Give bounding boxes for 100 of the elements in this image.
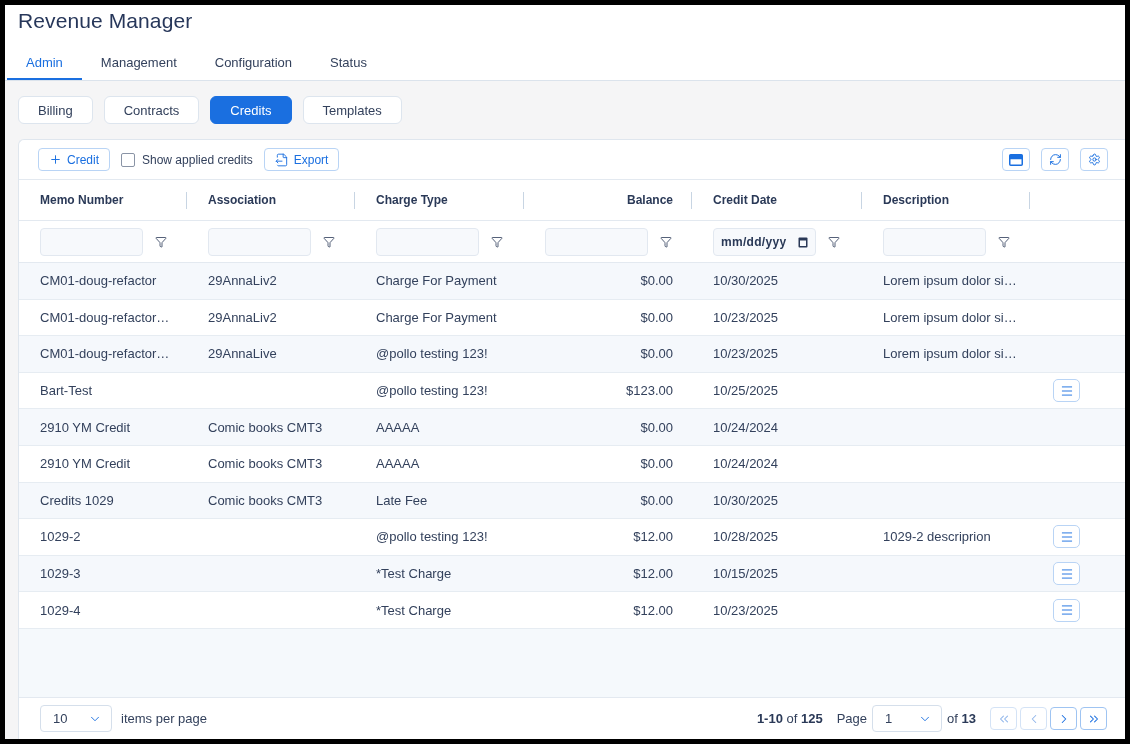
description-text: Lorem ipsum dolor si… [883, 273, 1017, 289]
credit-date: 10/24/2024 [713, 419, 779, 435]
filter-icon[interactable] [155, 235, 167, 248]
refresh-button[interactable] [1041, 148, 1069, 171]
section-tab[interactable]: Templates [302, 96, 402, 124]
association-name: 29AnnaLiv2 [208, 273, 277, 289]
menu-icon [1059, 529, 1074, 544]
column-heading[interactable]: Association [208, 193, 276, 207]
menu-icon [1059, 566, 1074, 581]
column-heading[interactable]: Memo Number [40, 193, 124, 207]
row-menu-button[interactable] [1053, 562, 1080, 586]
balance-amount: $123.00 [626, 383, 673, 399]
filter-field[interactable] [545, 227, 648, 256]
charge-type: AAAAA [376, 456, 420, 472]
filter-icon[interactable] [323, 235, 335, 248]
page-count: of 13 [947, 711, 976, 726]
page-label: Page [836, 711, 868, 726]
page-size-select[interactable]: 10 [40, 705, 112, 732]
balance-amount: $0.00 [640, 346, 673, 362]
column-heading[interactable]: Balance [626, 193, 673, 207]
charge-type: @pollo testing 123! [376, 346, 488, 362]
filter-field[interactable] [208, 227, 311, 256]
memo-number: Credits 1029 [40, 492, 114, 508]
balance-amount: $0.00 [640, 492, 673, 508]
association-name: Comic books CMT3 [208, 492, 323, 508]
column-heading[interactable]: Description [883, 193, 949, 207]
page-select[interactable]: 1 [872, 705, 943, 732]
file-arrow-icon [274, 152, 289, 167]
section-tab[interactable]: Billing [18, 96, 93, 124]
menu-icon [1059, 603, 1074, 618]
memo-number: CM01-doug-refactor… [40, 346, 170, 362]
export-button[interactable]: Export [263, 148, 340, 171]
memo-number: 1029-2 [40, 529, 81, 545]
memo-number: 1029-4 [40, 602, 81, 618]
credit-date: 10/23/2025 [713, 309, 779, 325]
credit-date: 10/15/2025 [713, 566, 779, 582]
refresh-icon [1048, 153, 1062, 166]
page-nav-button[interactable] [1080, 707, 1107, 730]
checkbox-label[interactable]: Show applied credits [142, 152, 253, 167]
balance-amount: $12.00 [633, 566, 673, 582]
balance-amount: $0.00 [640, 419, 673, 435]
calendar-icon[interactable] [798, 236, 808, 248]
association-name: 29AnnaLive [208, 346, 277, 362]
filter-field[interactable] [883, 227, 986, 256]
checkbox[interactable] [121, 152, 135, 167]
page-size-label: items per page [121, 711, 207, 726]
charge-type: @pollo testing 123! [376, 529, 488, 545]
association-name: 29AnnaLiv2 [208, 309, 277, 325]
plus-icon [49, 153, 62, 166]
charge-type: AAAAA [376, 419, 420, 435]
charge-type: Charge For Payment [376, 309, 497, 325]
credit-date: 10/23/2025 [713, 346, 779, 362]
memo-number: 1029-3 [40, 566, 81, 582]
nav-tab[interactable]: Status [311, 44, 386, 80]
memo-number: CM01-doug-refactor… [40, 309, 170, 325]
charge-type: Late Fee [376, 492, 428, 508]
credit-date: 10/28/2025 [713, 529, 779, 545]
association-name: Comic books CMT3 [208, 456, 323, 472]
description-text: 1029-2 descriprion [883, 529, 991, 545]
row-menu-button[interactable] [1053, 598, 1080, 622]
balance-amount: $12.00 [633, 529, 673, 545]
layout-button[interactable] [1002, 148, 1030, 171]
menu-icon [1059, 383, 1074, 398]
row-menu-button[interactable] [1053, 525, 1080, 549]
credit-date: 10/25/2025 [713, 383, 779, 399]
window-icon [1009, 153, 1023, 166]
description-text: Lorem ipsum dolor si… [883, 309, 1017, 325]
filter-icon[interactable] [998, 235, 1010, 248]
charge-type: Charge For Payment [376, 273, 497, 289]
filter-icon[interactable] [660, 235, 672, 248]
filter-field[interactable] [40, 227, 143, 256]
add-credit-button[interactable]: Credit [38, 148, 110, 171]
range-text: 1-10 of 125 [756, 711, 823, 726]
credit-date: 10/24/2024 [713, 456, 779, 472]
column-heading[interactable]: Charge Type [376, 193, 448, 207]
balance-amount: $0.00 [640, 309, 673, 325]
nav-tab[interactable]: Configuration [195, 44, 312, 80]
column-heading[interactable]: Credit Date [713, 193, 777, 207]
settings-icon [1087, 153, 1101, 166]
row-menu-button[interactable] [1053, 379, 1080, 403]
credit-date: 10/30/2025 [713, 492, 779, 508]
association-name: Comic books CMT3 [208, 419, 323, 435]
section-tab[interactable]: Contracts [103, 96, 200, 124]
balance-amount: $12.00 [633, 602, 673, 618]
page-nav-button[interactable] [1050, 707, 1077, 730]
settings-button[interactable] [1080, 148, 1108, 171]
date-filter-field[interactable]: mm/dd/yyy [713, 227, 816, 256]
charge-type: *Test Charge [376, 602, 452, 618]
filter-icon[interactable] [491, 235, 503, 248]
description-text: Lorem ipsum dolor si… [883, 346, 1017, 362]
memo-number: 2910 YM Credit [40, 456, 131, 472]
section-tab[interactable]: Credits [210, 96, 292, 124]
nav-tab[interactable]: Management [81, 44, 196, 80]
charge-type: @pollo testing 123! [376, 383, 488, 399]
credit-date: 10/30/2025 [713, 273, 779, 289]
filter-field[interactable] [376, 227, 479, 256]
memo-number: 2910 YM Credit [40, 419, 131, 435]
memo-number: Bart-Test [40, 383, 92, 399]
credit-date: 10/23/2025 [713, 602, 779, 618]
filter-icon[interactable] [828, 235, 840, 248]
